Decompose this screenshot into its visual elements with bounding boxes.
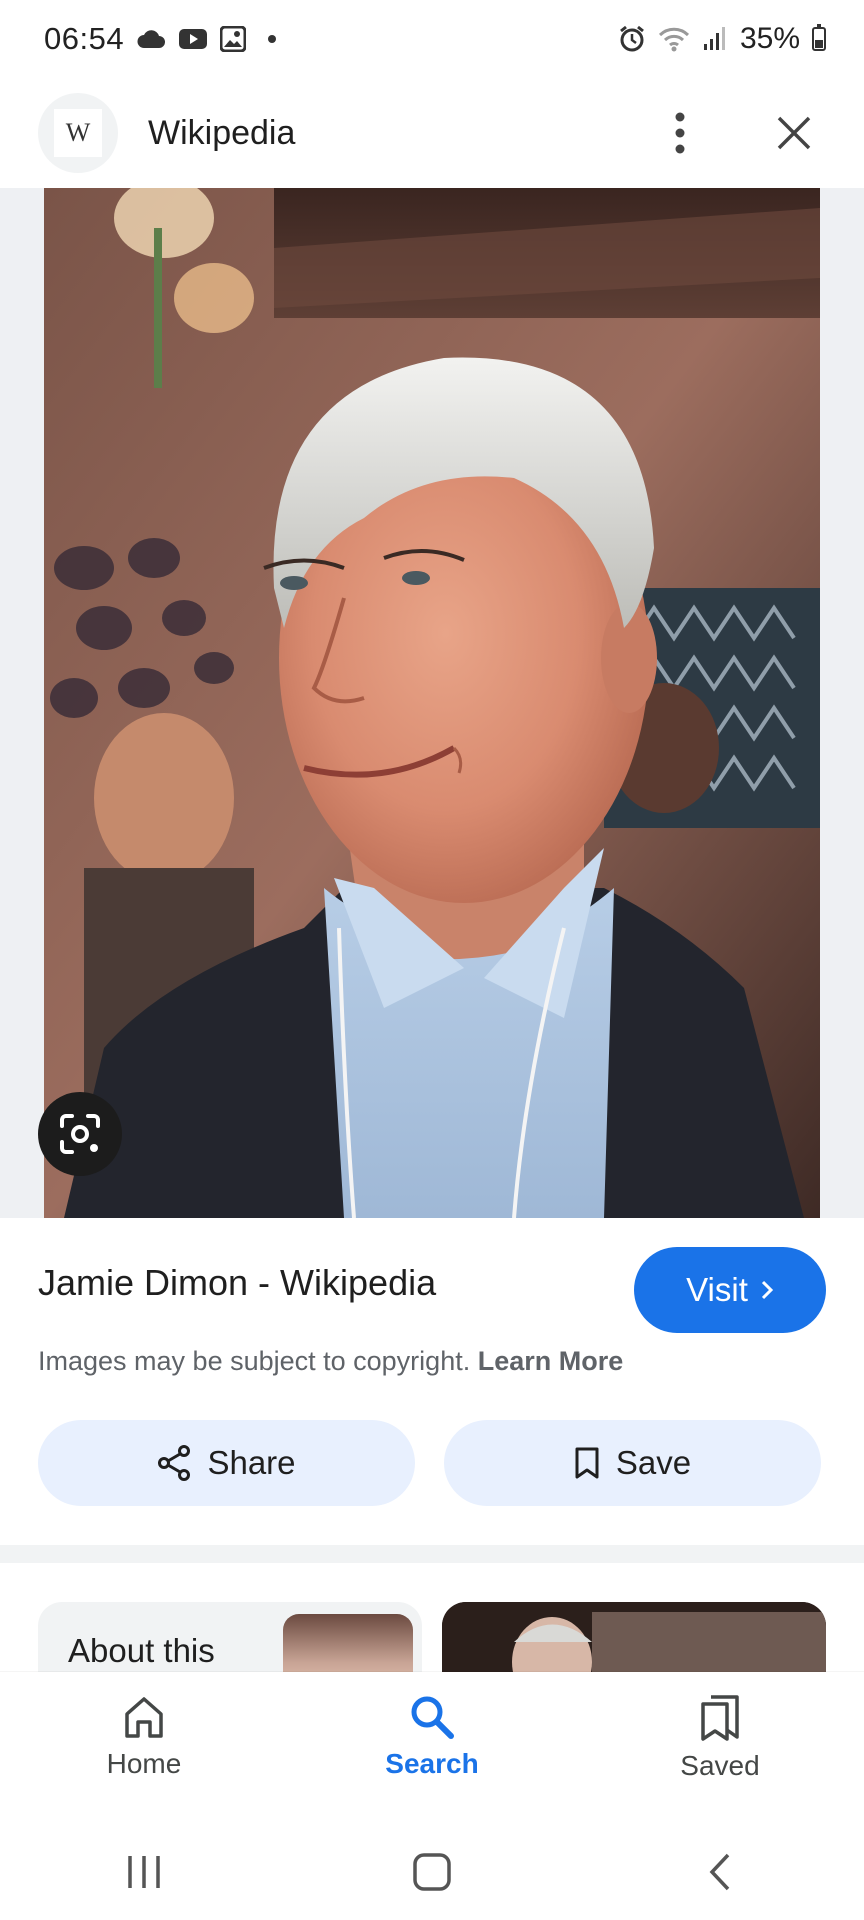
share-icon	[158, 1445, 191, 1481]
battery-percent: 35%	[739, 22, 800, 55]
youtube-icon	[178, 27, 208, 51]
back-button[interactable]	[660, 1837, 780, 1907]
close-icon	[777, 116, 811, 150]
more-options-button[interactable]	[648, 101, 712, 165]
home-square-icon	[413, 1853, 451, 1891]
portrait-illustration	[44, 188, 820, 1218]
home-system-button[interactable]	[372, 1837, 492, 1907]
status-right: 35%	[618, 22, 826, 56]
search-icon	[411, 1696, 454, 1739]
alarm-icon	[618, 25, 646, 53]
site-logo[interactable]: W	[38, 93, 118, 173]
nav-saved-label: Saved	[680, 1750, 760, 1781]
page: 06:54 35% W Wikipedia Jamie Dimon - Wiki…	[0, 0, 864, 1920]
recent-apps-icon	[128, 1856, 160, 1888]
related-thumbnail	[442, 1602, 826, 1672]
recent-apps-button[interactable]	[84, 1837, 204, 1907]
result-title[interactable]: Jamie Dimon - Wikipedia	[38, 1262, 436, 1304]
wifi-icon	[658, 26, 690, 52]
chevron-right-icon	[761, 1280, 773, 1300]
share-button[interactable]: Share	[38, 1420, 415, 1506]
back-icon	[709, 1853, 730, 1891]
saved-icon	[701, 1695, 739, 1741]
nav-search[interactable]: Search	[332, 1694, 532, 1780]
nav-saved[interactable]: Saved	[620, 1694, 820, 1782]
about-card-title: About this	[68, 1632, 215, 1669]
status-time: 06:54	[44, 21, 125, 56]
nav-search-label: Search	[385, 1748, 479, 1779]
bottom-navigation: Home Search Saved	[0, 1672, 864, 1824]
gallery-icon	[220, 26, 247, 52]
copyright-notice: Images may be subject to copyright. Lear…	[38, 1346, 623, 1377]
section-divider	[0, 1545, 864, 1563]
system-navigation	[0, 1824, 864, 1920]
save-label: Save	[615, 1444, 692, 1481]
bookmark-icon	[575, 1447, 599, 1479]
about-card-thumbnail	[283, 1614, 413, 1672]
image-viewer	[0, 188, 864, 1218]
status-left: 06:54	[44, 21, 277, 57]
learn-more-link[interactable]: Learn More	[478, 1346, 624, 1376]
result-image[interactable]	[44, 188, 820, 1218]
signal-icon	[702, 26, 728, 52]
nav-home-label: Home	[106, 1748, 182, 1779]
header: W Wikipedia	[0, 78, 864, 188]
more-vert-icon	[675, 112, 685, 154]
close-button[interactable]	[762, 101, 826, 165]
wikipedia-logo-icon: W	[54, 109, 102, 157]
nav-home[interactable]: Home	[44, 1694, 244, 1780]
share-label: Share	[207, 1444, 296, 1481]
copyright-text: Images may be subject to copyright.	[38, 1346, 471, 1376]
cloud-icon	[136, 28, 166, 50]
home-icon	[125, 1697, 163, 1738]
visit-button[interactable]: Visit	[634, 1247, 826, 1333]
about-this-image-card[interactable]: About this	[38, 1602, 422, 1672]
lens-button[interactable]	[38, 1092, 122, 1176]
site-name[interactable]: Wikipedia	[148, 114, 648, 153]
notification-dot	[268, 35, 277, 43]
save-button[interactable]: Save	[444, 1420, 821, 1506]
related-image-card[interactable]	[442, 1602, 826, 1672]
visit-label: Visit	[686, 1271, 748, 1308]
lens-icon	[60, 1114, 100, 1154]
status-bar: 06:54 35%	[0, 0, 864, 78]
battery-icon	[812, 24, 826, 51]
